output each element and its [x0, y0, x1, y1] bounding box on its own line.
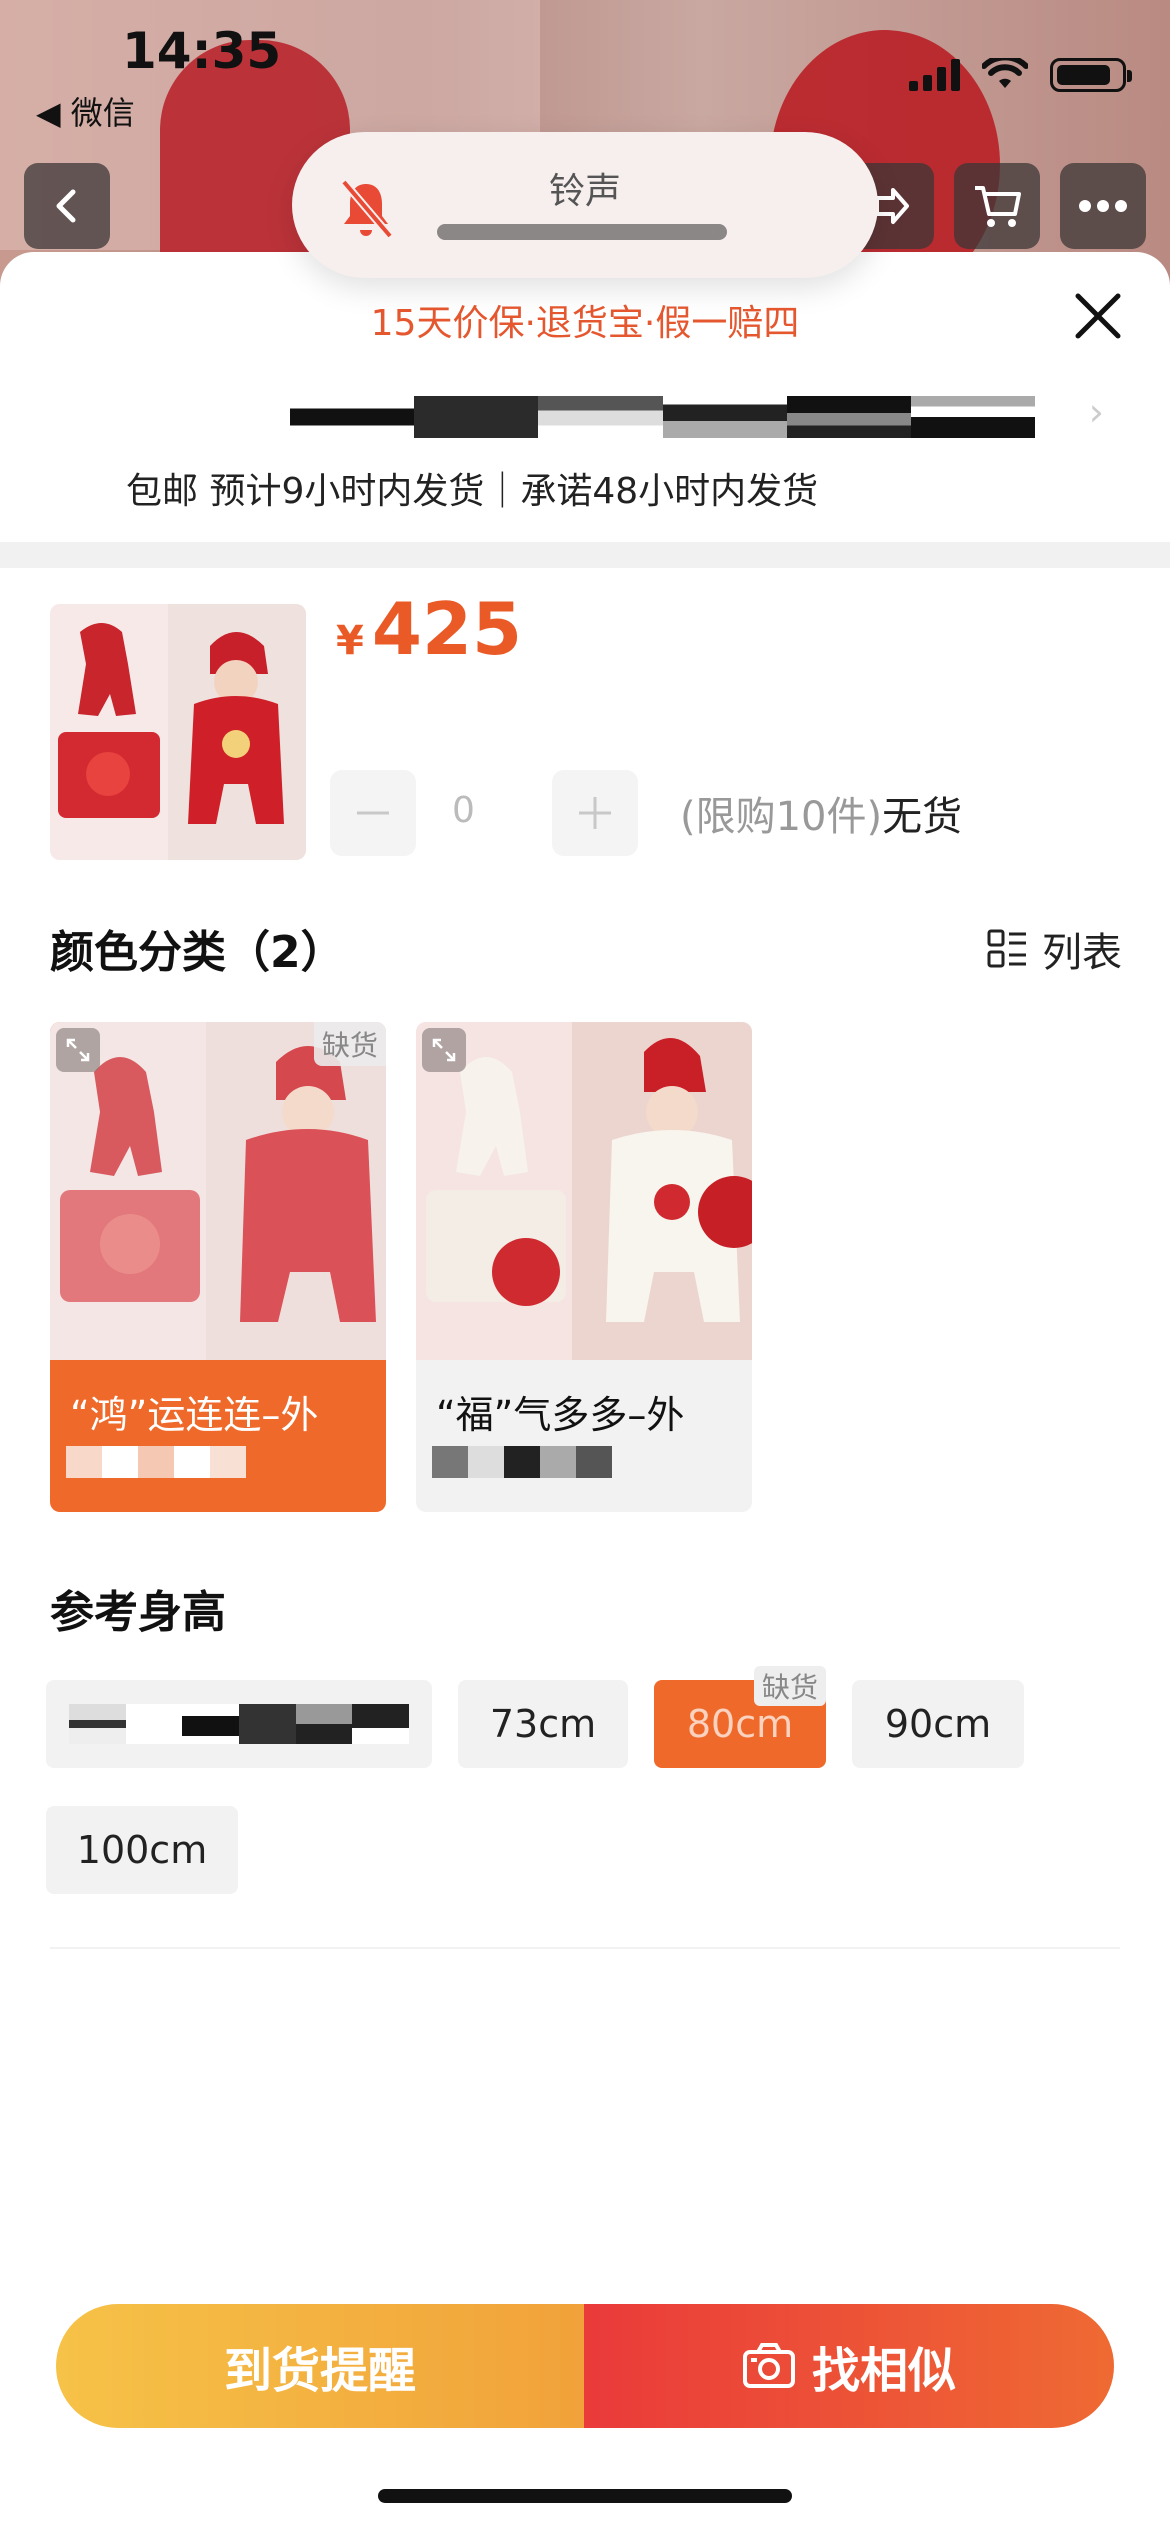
currency-symbol: ¥ [336, 618, 364, 664]
purchase-limit: (限购10件)无货 [680, 784, 962, 842]
signal-icon [909, 59, 960, 91]
size-option-80cm[interactable]: 80cm 缺货 [654, 1666, 826, 1768]
minus-icon [357, 811, 389, 815]
price-value: 425 [371, 587, 523, 671]
color-option-image [50, 1022, 386, 1360]
list-toggle-label: 列表 [1042, 930, 1122, 976]
redacted-address[interactable] [290, 396, 1036, 438]
decrease-quantity-button[interactable] [330, 770, 416, 856]
chevron-right-icon[interactable]: › [1089, 390, 1104, 434]
size-option-100cm[interactable]: 100cm [46, 1806, 238, 1894]
find-similar-label: 找相似 [811, 2343, 956, 2399]
color-option-white[interactable]: “福”气多多–外 [416, 1022, 752, 1512]
notify-label: 到货提醒 [223, 2343, 416, 2399]
notify-when-available-button[interactable]: 到货提醒 [56, 2304, 584, 2428]
home-indicator[interactable] [378, 2489, 792, 2503]
color-option-red[interactable]: 缺货 “鸿”运连连–外 [50, 1022, 386, 1512]
cart-button[interactable] [954, 163, 1040, 249]
chevron-left-icon [56, 189, 76, 223]
color-option-image [416, 1022, 752, 1360]
status-icons [909, 58, 1132, 92]
color-option-label: “鸿”运连连–外 [70, 1393, 319, 1437]
battery-icon [1050, 58, 1132, 92]
color-option-label: “福”气多多–外 [436, 1393, 685, 1437]
ringer-notification: 铃声 [292, 132, 878, 278]
expand-icon[interactable] [422, 1028, 466, 1072]
back-to-wechat[interactable]: ◀ 微信 [36, 88, 135, 134]
wifi-icon [982, 58, 1028, 88]
out-of-stock-badge: 缺货 [313, 1022, 386, 1066]
color-section-title: 颜色分类（2） [50, 927, 345, 978]
product-thumbnail[interactable] [50, 604, 306, 860]
size-option-73cm[interactable]: 73cm [458, 1680, 628, 1768]
volume-bar [437, 224, 727, 240]
close-icon[interactable] [1070, 288, 1126, 344]
stock-status: 无货 [882, 794, 963, 840]
back-button[interactable] [24, 163, 110, 249]
limit-label: (限购10件) [680, 794, 883, 840]
out-of-stock-badge: 缺货 [753, 1666, 826, 1706]
list-icon [987, 929, 1026, 968]
plus-icon [579, 797, 611, 829]
status-time: 14:35 [122, 22, 282, 80]
redacted-subtitle [432, 1446, 612, 1478]
find-similar-button[interactable]: 找相似 [584, 2304, 1114, 2428]
redacted-subtitle [66, 1446, 246, 1478]
guarantee-text: 15天价保·退货宝·假一赔四 [370, 303, 800, 344]
quantity-value[interactable]: 0 [452, 790, 475, 831]
more-button[interactable] [1060, 163, 1146, 249]
size-section-title: 参考身高 [50, 1587, 226, 1638]
section-divider [0, 542, 1170, 568]
more-dots-icon [1079, 200, 1127, 212]
expand-icon[interactable] [56, 1028, 100, 1072]
size-label: 80cm [686, 1702, 794, 1746]
redacted-size-label [69, 1704, 410, 1744]
sku-selection-sheet: 15天价保·退货宝·假一赔四 › 包邮 预计9小时内发货｜承诺48小时内发货 ¥… [0, 252, 1170, 2532]
notification-title: 铃声 [548, 171, 621, 212]
shipping-info: 包邮 预计9小时内发货｜承诺48小时内发货 [126, 471, 819, 512]
cart-icon [975, 186, 1021, 227]
list-view-toggle[interactable]: 列表 [986, 920, 1122, 978]
product-image [50, 604, 306, 860]
increase-quantity-button[interactable] [552, 770, 638, 856]
size-option-redacted[interactable] [46, 1680, 432, 1768]
price: ¥425 [336, 587, 522, 671]
size-option-90cm[interactable]: 90cm [852, 1680, 1024, 1768]
divider [50, 1947, 1120, 1949]
camera-icon [742, 2343, 795, 2388]
